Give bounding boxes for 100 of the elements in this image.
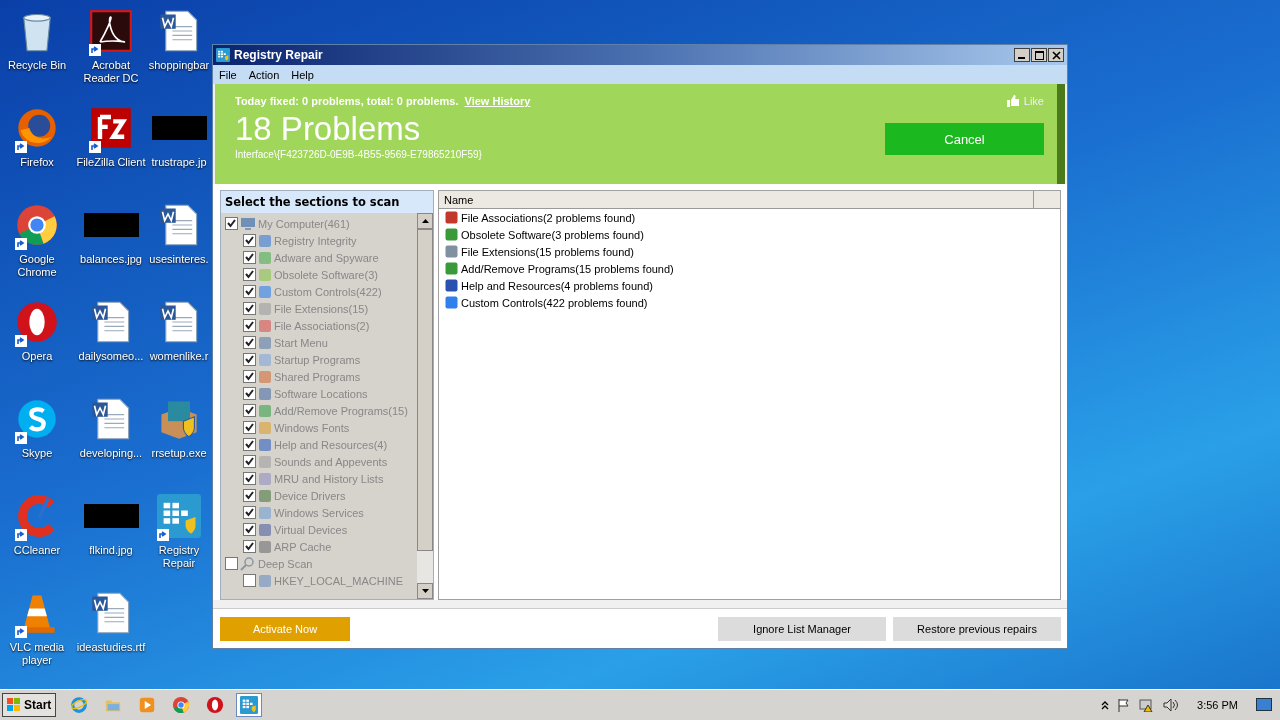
section-icon <box>258 267 272 282</box>
magnifier-icon <box>240 556 256 571</box>
cancel-button[interactable]: Cancel <box>885 123 1044 155</box>
image-thumbnail <box>83 212 139 238</box>
section-icon <box>258 369 272 384</box>
desktop-icon[interactable]: flkind.jpg <box>74 491 148 588</box>
desktop-icon[interactable]: Acrobat Reader DC <box>74 6 148 103</box>
start-button[interactable]: Start <box>2 693 57 717</box>
desktop-icon[interactable]: trustrape.jp <box>148 103 210 200</box>
section-icon <box>258 420 272 435</box>
result-item[interactable]: Custom Controls(422 problems found) <box>461 296 648 309</box>
show-desktop-icon[interactable] <box>1256 698 1272 712</box>
skype-icon <box>15 397 59 441</box>
shortcut-arrow-icon <box>15 238 27 250</box>
desktop-icon[interactable]: dailysomeo... <box>74 297 148 394</box>
desktop-icon[interactable]: womenlike.r <box>148 297 210 394</box>
section-icon <box>258 437 272 452</box>
firefox-icon <box>15 106 59 150</box>
desktop-icon[interactable]: shoppingbar <box>148 6 210 103</box>
ignore-list-button[interactable]: Ignore List Manager <box>718 616 886 641</box>
section-icon <box>258 454 272 469</box>
desktop-icon[interactable]: Opera <box>0 297 74 394</box>
maximize-button[interactable] <box>1031 48 1047 62</box>
registry-repair-icon <box>216 48 230 62</box>
section-icon <box>258 318 272 333</box>
shortcut-arrow-icon <box>15 529 27 541</box>
menu-item[interactable]: Action <box>248 68 280 81</box>
menu-item[interactable]: File <box>219 68 237 81</box>
restore-repairs-button[interactable]: Restore previous repairs <box>893 616 1061 641</box>
flag-icon <box>1117 698 1132 712</box>
chrome-icon <box>172 696 191 714</box>
section-icon <box>258 250 272 265</box>
desktop-icon[interactable]: Skype <box>0 394 74 491</box>
section-icon <box>258 505 272 520</box>
desktop-icon[interactable]: ideastudies.rtf <box>74 588 148 685</box>
image-thumbnail <box>83 503 139 529</box>
category-icon <box>445 211 458 224</box>
shortcut-arrow-icon <box>89 44 101 56</box>
section-icon <box>258 233 272 248</box>
opera-icon <box>15 300 59 344</box>
acrobat-icon <box>89 9 133 53</box>
desktop-icon[interactable]: FileZilla Client <box>74 103 148 200</box>
result-item[interactable]: Obsolete Software(3 problems found) <box>461 228 644 241</box>
result-item[interactable]: Help and Resources(4 problems found) <box>461 279 653 292</box>
desktop-icon[interactable]: developing... <box>74 394 148 491</box>
shortcut-arrow-icon <box>15 626 27 638</box>
result-item[interactable]: Add/Remove Programs(15 problems found) <box>461 262 674 275</box>
registry-repair-icon <box>240 696 259 714</box>
maximize-icon <box>1034 50 1044 60</box>
taskbar-app[interactable] <box>236 693 263 717</box>
desktop-icon[interactable]: Google Chrome <box>0 200 74 297</box>
section-icon <box>258 539 272 554</box>
media-player-icon <box>138 696 157 714</box>
result-item[interactable]: File Extensions(15 problems found) <box>461 245 635 258</box>
window-title: Registry Repair <box>234 48 323 62</box>
shortcut-arrow-icon <box>15 335 27 347</box>
image-thumbnail <box>151 115 207 141</box>
chrome-icon <box>15 203 59 247</box>
panel-header: Select the sections to scan <box>221 191 433 213</box>
section-icon <box>258 301 272 316</box>
shortcut-arrow-icon <box>15 432 27 444</box>
shortcut-arrow-icon <box>15 141 27 153</box>
close-icon <box>1051 50 1061 60</box>
section-icon <box>258 471 272 486</box>
desktop-icon[interactable]: Registry Repair <box>148 491 210 588</box>
close-button[interactable] <box>1048 48 1064 62</box>
scrollbar[interactable] <box>417 213 433 599</box>
speaker-icon <box>1163 698 1180 712</box>
result-item[interactable]: File Associations(2 problems found) <box>461 211 636 224</box>
internet-explorer-icon <box>70 696 89 714</box>
registry-repair-icon <box>157 494 201 538</box>
desktop-icon[interactable]: balances.jpg <box>74 200 148 297</box>
scroll-down-icon <box>421 589 429 593</box>
desktop-icon[interactable]: CCleaner <box>0 491 74 588</box>
minimize-button[interactable] <box>1014 48 1030 62</box>
chevron-up-icon <box>1101 700 1110 710</box>
section-icon <box>258 522 272 537</box>
desktop-icon[interactable]: rrsetup.exe <box>148 394 210 491</box>
section-icon <box>258 403 272 418</box>
activate-now-button[interactable]: Activate Now <box>220 616 350 641</box>
category-icon <box>445 245 458 258</box>
desktop-icon[interactable]: Firefox <box>0 103 74 200</box>
section-icon <box>258 284 272 299</box>
section-icon <box>258 352 272 367</box>
section-icon <box>258 386 272 401</box>
computer-icon <box>240 216 256 231</box>
section-icon <box>258 488 272 503</box>
problems-headline: 18 Problems <box>235 109 422 149</box>
desktop-icon[interactable]: VLC media player <box>0 588 74 685</box>
scan-path: Interface\{F423726D-0E9B-4B55-9569-E79865210F59} <box>235 149 483 160</box>
shortcut-arrow-icon <box>89 141 101 153</box>
category-icon <box>445 228 458 241</box>
summary-text: Today fixed: 0 problems, total: 0 problems. <box>235 95 459 107</box>
section-icon <box>258 335 272 350</box>
opera-icon <box>206 696 225 714</box>
thumbs-up-icon <box>1006 95 1020 107</box>
menu-item[interactable]: Help <box>291 68 314 81</box>
category-icon <box>445 262 458 275</box>
desktop-icon[interactable]: usesinteres. <box>148 200 210 297</box>
desktop-icon[interactable]: Recycle Bin <box>0 6 74 103</box>
